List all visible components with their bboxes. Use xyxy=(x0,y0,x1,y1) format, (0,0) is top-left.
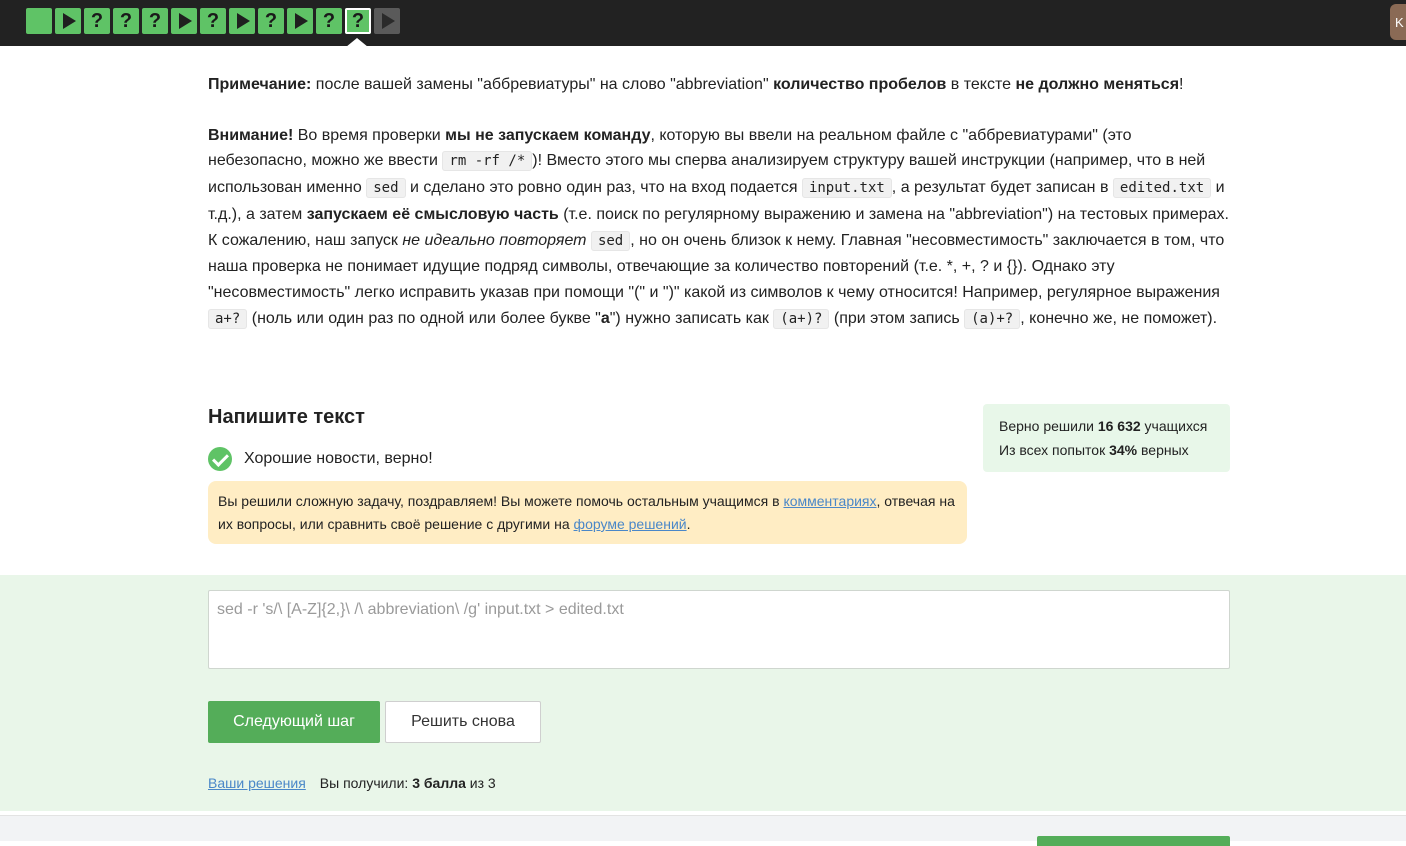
comments-link[interactable]: комментариях xyxy=(783,493,876,509)
step-8-video[interactable] xyxy=(229,8,255,34)
step-6-video[interactable] xyxy=(171,8,197,34)
step-9-quiz[interactable]: ? xyxy=(258,8,284,34)
answer-textarea[interactable]: sed -r 's/\ [A-Z]{2,}\ /\ abbreviation\ … xyxy=(208,590,1230,669)
stats-ratio: Из всех попыток 34% верных xyxy=(999,438,1214,462)
warning-label: Внимание! xyxy=(208,126,294,144)
stats-solved: Верно решили 16 632 учащихся xyxy=(999,414,1214,438)
step-4-quiz[interactable]: ? xyxy=(113,8,139,34)
code-snippet: (a+)? xyxy=(773,308,830,329)
note-text: после вашей замены "аббревиатуры" на сло… xyxy=(311,76,774,93)
note-paragraph: Примечание: после вашей замены "аббревиа… xyxy=(208,72,1232,98)
step-content: Примечание: после вашей замены "аббревиа… xyxy=(208,72,1232,357)
warning-text: (т.е. поиск по регулярному выражению и з… xyxy=(558,205,1229,223)
warning-text: и сделано это ровно один раз, что на вхо… xyxy=(405,179,802,197)
result-status: Хорошие новости, верно! xyxy=(208,447,433,471)
step-12-quiz-current[interactable]: ? xyxy=(345,8,371,34)
score-total: из 3 xyxy=(465,775,496,791)
play-icon xyxy=(237,13,250,29)
task-title: Напишите текст xyxy=(208,406,365,428)
warning-bold: запускаем её смысловую часть xyxy=(306,205,559,223)
step-1-text[interactable] xyxy=(26,8,52,34)
step-5-quiz[interactable]: ? xyxy=(142,8,168,34)
bottom-next-button[interactable] xyxy=(1037,836,1230,846)
note-text: в тексте xyxy=(946,76,1016,93)
congrats-text: Вы решили сложную задачу, поздравляем! В… xyxy=(218,493,784,509)
note-bold: не должно меняться xyxy=(1015,76,1180,93)
stats-text: Верно решили xyxy=(999,418,1098,434)
warning-bold: a xyxy=(600,309,610,327)
warning-paragraph: Внимание! Во время проверки мы не запуск… xyxy=(208,123,1232,228)
stats-text: учащихся xyxy=(1140,418,1208,434)
next-step-button[interactable]: Следующий шаг xyxy=(208,701,380,743)
note-bold: количество пробелов xyxy=(773,76,947,93)
step-11-quiz[interactable]: ? xyxy=(316,8,342,34)
step-navigation: ? ? ? ? ? ? ? xyxy=(26,8,400,34)
score-label: Вы получили: xyxy=(319,775,413,791)
warning-text: Во время проверки xyxy=(293,126,446,144)
step-3-quiz[interactable]: ? xyxy=(84,8,110,34)
limitation-paragraph: К сожалению, наш запуск не идеально повт… xyxy=(208,228,1232,333)
your-solutions-link[interactable]: Ваши решения xyxy=(208,775,306,791)
code-snippet: input.txt xyxy=(801,178,892,199)
code-snippet: sed xyxy=(366,178,406,199)
step-2-video[interactable] xyxy=(55,8,81,34)
warning-bold: мы не запускаем команду xyxy=(445,126,651,144)
score-value: 3 балла xyxy=(412,775,466,791)
step-13-video[interactable] xyxy=(374,8,400,34)
congrats-banner: Вы решили сложную задачу, поздравляем! В… xyxy=(208,481,967,544)
warning-text: (при этом запись xyxy=(829,309,965,327)
result-text: Хорошие новости, верно! xyxy=(244,450,433,467)
top-bar: ? ? ? ? ? ? ? K xyxy=(0,0,1406,47)
congrats-text: . xyxy=(686,516,691,532)
check-circle-icon xyxy=(208,447,232,471)
stats-value: 16 632 xyxy=(1097,418,1141,434)
stats-text: Из всех попыток xyxy=(999,442,1110,458)
avatar[interactable]: K xyxy=(1390,4,1406,40)
play-icon xyxy=(295,13,308,29)
note-label: Примечание: xyxy=(208,76,312,93)
warning-text: К сожалению, наш запуск xyxy=(208,231,403,249)
code-snippet: sed xyxy=(590,230,631,251)
step-10-video[interactable] xyxy=(287,8,313,34)
warning-text: , а результат будет записан в xyxy=(891,179,1113,197)
code-snippet: (a)+? xyxy=(964,308,1021,329)
code-snippet: a+? xyxy=(208,308,248,329)
warning-text: ") нужно записать как xyxy=(609,309,774,327)
code-snippet: edited.txt xyxy=(1112,178,1212,199)
play-icon xyxy=(63,13,76,29)
code-snippet: rm -rf /* xyxy=(442,151,533,172)
stats-panel: Верно решили 16 632 учащихся Из всех поп… xyxy=(983,404,1230,472)
play-icon xyxy=(382,13,395,29)
solutions-forum-link[interactable]: форуме решений xyxy=(574,516,687,532)
score-text: Вы получили: 3 балла из 3 xyxy=(320,775,496,791)
stats-text: верных xyxy=(1137,442,1189,458)
score-line: Ваши решения Вы получили: 3 балла из 3 xyxy=(208,775,496,791)
bottom-strip xyxy=(0,815,1406,846)
warning-italic: не идеально повторяет xyxy=(402,231,587,249)
answer-zone: sed -r 's/\ [A-Z]{2,}\ /\ abbreviation\ … xyxy=(0,575,1406,811)
retry-button[interactable]: Решить снова xyxy=(385,701,541,743)
note-text: ! xyxy=(1179,76,1184,93)
current-step-caret xyxy=(346,38,368,47)
step-7-quiz[interactable]: ? xyxy=(200,8,226,34)
play-icon xyxy=(179,13,192,29)
warning-text: , конечно же, не поможет). xyxy=(1020,309,1218,327)
stats-value: 34% xyxy=(1109,442,1138,458)
warning-text: (ноль или один раз по одной или более бу… xyxy=(247,309,601,327)
